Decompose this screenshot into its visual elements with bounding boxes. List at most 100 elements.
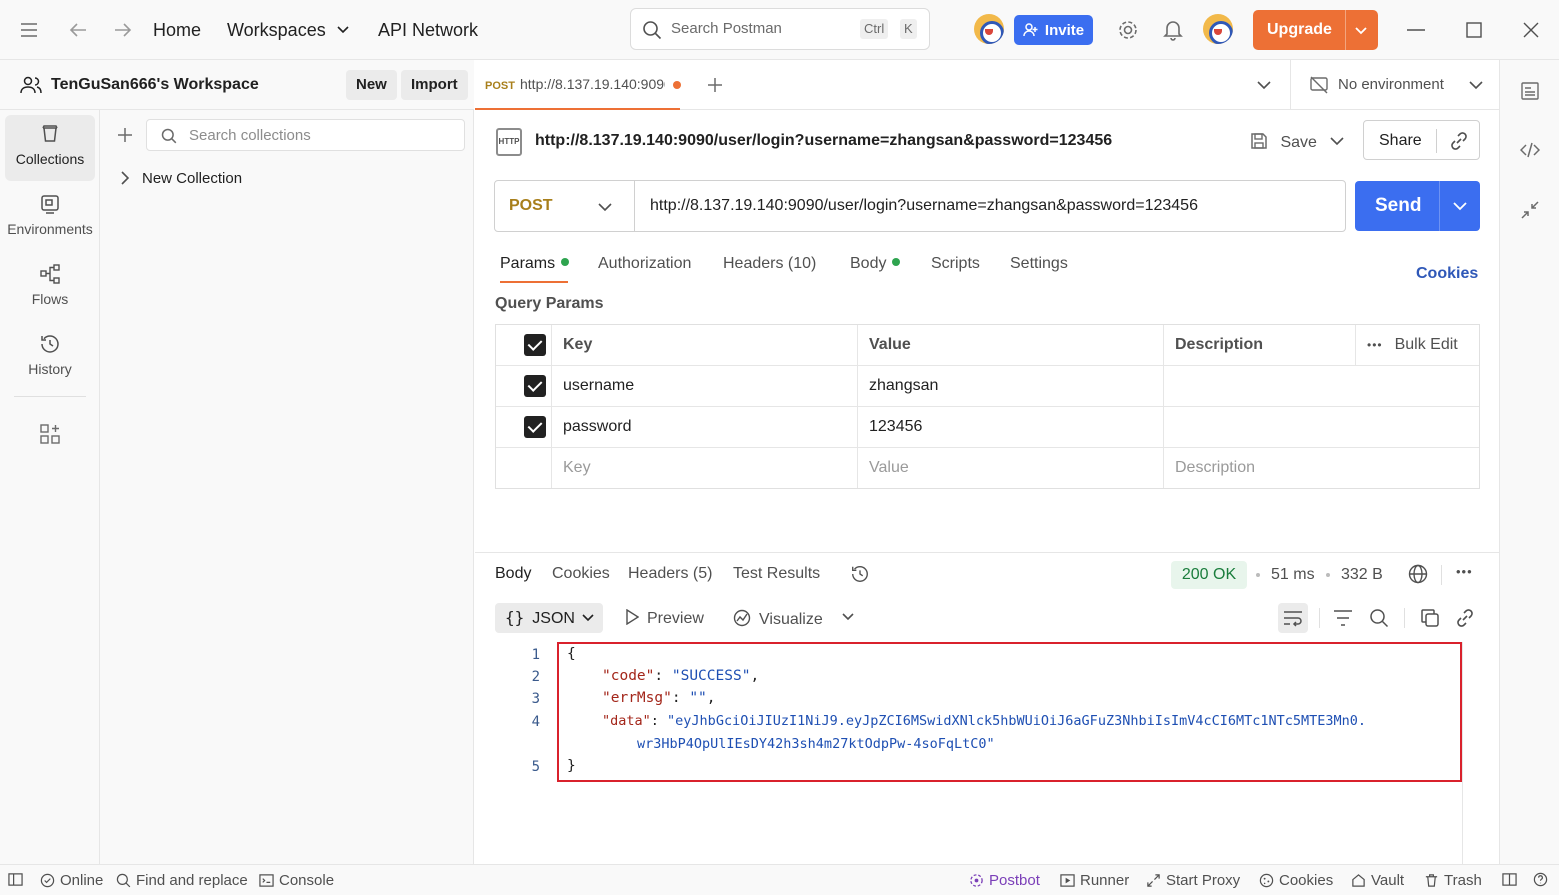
filter-icon[interactable]: [1333, 609, 1353, 627]
chevron-down-icon[interactable]: [1351, 19, 1371, 41]
param-value-cell[interactable]: 123456: [857, 407, 1163, 447]
send-button[interactable]: Send: [1355, 181, 1480, 231]
maximize-window-icon[interactable]: [1462, 18, 1486, 42]
tab-params[interactable]: Params: [500, 255, 570, 273]
minimize-window-icon[interactable]: [1404, 18, 1428, 42]
visualize-button[interactable]: Visualize: [733, 609, 823, 629]
param-description-cell[interactable]: [1163, 366, 1479, 406]
online-status[interactable]: Online: [40, 872, 103, 889]
tabs-dropdown-chevron-icon[interactable]: [1257, 80, 1271, 90]
rail-item-environments[interactable]: Environments: [5, 185, 95, 251]
nav-workspaces[interactable]: Workspaces: [227, 18, 349, 42]
cookies-link[interactable]: Cookies: [1416, 265, 1478, 283]
chevron-down-icon[interactable]: [842, 613, 854, 621]
preview-button[interactable]: Preview: [625, 608, 704, 628]
settings-gear-icon[interactable]: [1116, 18, 1140, 42]
tab-body[interactable]: Body: [850, 255, 901, 273]
query-params-table: Key Value Description ••• Bulk Edit usern…: [495, 324, 1480, 489]
rail-item-collections[interactable]: Collections: [5, 115, 95, 181]
workspace-title[interactable]: TenGuSan666's Workspace: [51, 76, 259, 94]
new-key-input[interactable]: Key: [551, 448, 857, 488]
tab-scripts[interactable]: Scripts: [931, 255, 980, 273]
link-icon[interactable]: [1455, 608, 1475, 628]
history-icon[interactable]: [850, 564, 870, 584]
response-time[interactable]: 51 ms: [1271, 566, 1315, 584]
tab-headers[interactable]: Headers (10): [723, 255, 816, 273]
response-tab-body[interactable]: Body: [495, 565, 531, 583]
invite-button[interactable]: Invite: [1014, 15, 1093, 45]
rail-item-history[interactable]: History: [5, 325, 95, 391]
select-all-checkbox[interactable]: [524, 334, 546, 356]
request-title[interactable]: http://8.137.19.140:9090/user/login?user…: [535, 132, 1112, 150]
postbot-button[interactable]: Postbot: [969, 872, 1040, 889]
notifications-bell-icon[interactable]: [1161, 18, 1185, 42]
row-checkbox[interactable]: [524, 416, 546, 438]
new-value-input[interactable]: Value: [857, 448, 1163, 488]
hamburger-menu-icon[interactable]: [17, 18, 41, 42]
cookies-button[interactable]: Cookies: [1259, 872, 1333, 889]
chevron-right-icon[interactable]: [120, 171, 130, 185]
chevron-down-icon[interactable]: [1453, 201, 1467, 211]
collections-search-input[interactable]: Search collections: [146, 119, 465, 151]
new-button[interactable]: New: [346, 70, 397, 100]
documentation-icon[interactable]: [1520, 81, 1540, 101]
layout-toggle-button[interactable]: [1502, 872, 1517, 887]
team-avatar[interactable]: [974, 14, 1004, 44]
url-input[interactable]: http://8.137.19.140:9090/user/login?user…: [650, 197, 1198, 215]
request-tab[interactable]: POST http://8.137.19.140:9090: [475, 60, 681, 110]
upgrade-button[interactable]: Upgrade: [1253, 10, 1378, 50]
tab-settings[interactable]: Settings: [1010, 255, 1068, 273]
tab-authorization[interactable]: Authorization: [598, 255, 691, 273]
more-options-icon[interactable]: •••: [1456, 564, 1473, 579]
code-scrollbar[interactable]: [1462, 642, 1463, 864]
save-options-chevron-icon[interactable]: [1330, 136, 1344, 146]
new-tab-plus-icon[interactable]: [707, 77, 723, 93]
bulk-edit-button[interactable]: ••• Bulk Edit: [1355, 325, 1479, 365]
param-key-cell[interactable]: username: [551, 366, 857, 406]
configure-workbench-icon[interactable]: [39, 423, 61, 445]
param-value-cell[interactable]: zhangsan: [857, 366, 1163, 406]
response-tab-test-results[interactable]: Test Results: [733, 565, 820, 583]
console-icon: [259, 874, 274, 887]
code-snippet-icon[interactable]: [1520, 140, 1540, 160]
console-button[interactable]: Console: [259, 872, 334, 889]
tab-params-label: Params: [500, 255, 556, 272]
import-button[interactable]: Import: [401, 70, 468, 100]
share-button[interactable]: Share: [1363, 120, 1480, 160]
find-replace-button[interactable]: Find and replace: [116, 872, 248, 889]
save-button[interactable]: Save: [1250, 132, 1317, 152]
globe-icon[interactable]: [1408, 564, 1428, 584]
close-window-icon[interactable]: [1519, 18, 1543, 42]
vault-button[interactable]: Vault: [1351, 872, 1404, 889]
row-checkbox[interactable]: [524, 375, 546, 397]
rail-item-flows[interactable]: Flows: [5, 255, 95, 321]
response-tab-cookies[interactable]: Cookies: [552, 565, 610, 583]
copy-icon[interactable]: [1420, 608, 1440, 628]
global-search[interactable]: Search Postman Ctrl K: [630, 8, 930, 50]
help-button[interactable]: [1533, 872, 1548, 887]
add-collection-icon[interactable]: [117, 127, 133, 143]
new-description-input[interactable]: Description: [1163, 448, 1479, 488]
format-selector[interactable]: {} JSON: [495, 603, 603, 633]
status-badge[interactable]: 200 OK: [1171, 561, 1247, 589]
start-proxy-button[interactable]: Start Proxy: [1146, 872, 1240, 889]
back-arrow-icon[interactable]: [66, 18, 90, 42]
collapse-arrows-icon[interactable]: [1520, 200, 1540, 220]
response-tab-headers[interactable]: Headers (5): [628, 565, 712, 583]
nav-home[interactable]: Home: [153, 18, 201, 42]
nav-api-network[interactable]: API Network: [378, 18, 478, 42]
link-icon[interactable]: [1449, 131, 1469, 151]
environment-selector[interactable]: No environment: [1290, 60, 1499, 110]
trash-button[interactable]: Trash: [1424, 872, 1482, 889]
runner-button[interactable]: Runner: [1060, 872, 1129, 889]
response-size[interactable]: 332 B: [1341, 566, 1383, 584]
search-icon[interactable]: [1369, 608, 1389, 628]
toggle-sidebar-button[interactable]: [8, 872, 23, 887]
param-description-cell[interactable]: [1163, 407, 1479, 447]
user-avatar[interactable]: [1203, 14, 1233, 44]
save-label: Save: [1280, 134, 1317, 151]
forward-arrow-icon[interactable]: [111, 18, 135, 42]
param-key-cell[interactable]: password: [551, 407, 857, 447]
wrap-lines-button[interactable]: [1278, 603, 1308, 633]
collection-item[interactable]: New Collection: [120, 166, 242, 190]
